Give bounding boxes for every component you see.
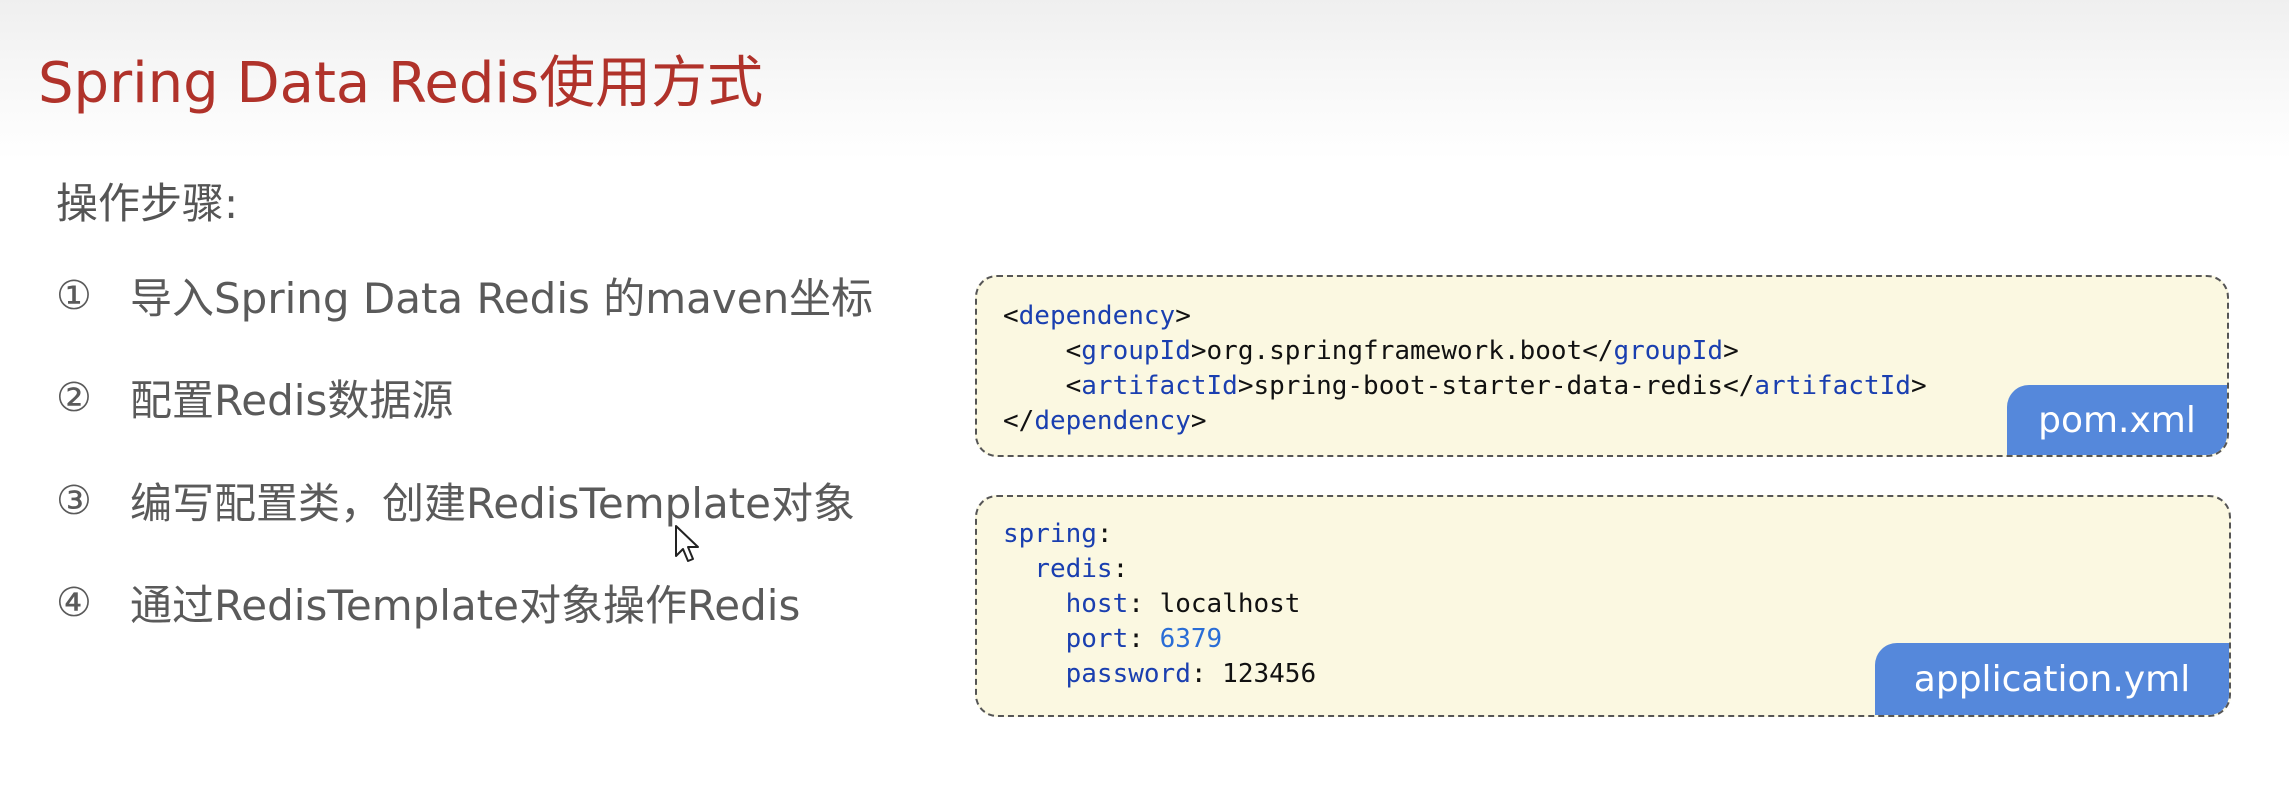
- code-line: <dependency>: [1003, 301, 1191, 331]
- code-line: port: 6379: [1065, 624, 1223, 654]
- slide: Spring Data Redis使用方式 操作步骤: ① 导入Spring D…: [0, 0, 2289, 808]
- step-number: ④: [56, 579, 92, 626]
- step-3: ③ 编写配置类，创建RedisTemplate对象: [56, 470, 855, 531]
- slide-title: Spring Data Redis使用方式: [38, 51, 764, 116]
- step-text: 配置Redis数据源: [130, 376, 454, 425]
- code-line: <artifactId>spring-boot-starter-data-red…: [1003, 371, 1927, 401]
- code-line: <groupId>org.springframework.boot</group…: [1003, 336, 1739, 366]
- pom-code-box: <dependency> <groupId>org.springframewor…: [975, 275, 2229, 457]
- step-text: 导入Spring Data Redis 的maven坐标: [130, 274, 874, 323]
- code-line: host: localhost: [1065, 589, 1301, 619]
- step-text: 通过RedisTemplate对象操作Redis: [130, 581, 801, 630]
- yml-code-box: spring: redis: host: localhost port: 637…: [975, 495, 2231, 717]
- mouse-pointer-icon: [675, 525, 699, 562]
- code-line: </dependency>: [1003, 406, 1207, 436]
- step-text: 编写配置类，创建RedisTemplate对象: [130, 479, 855, 528]
- step-1: ① 导入Spring Data Redis 的maven坐标: [56, 265, 873, 326]
- yml-code: spring: redis: host: localhost port: 637…: [1003, 517, 1316, 692]
- step-number: ③: [56, 477, 92, 524]
- yml-file-label: application.yml: [1875, 643, 2229, 715]
- step-number: ①: [56, 272, 92, 319]
- code-line: spring:: [1003, 519, 1113, 549]
- pom-file-label: pom.xml: [2007, 385, 2227, 455]
- steps-heading: 操作步骤:: [56, 179, 239, 228]
- step-4: ④ 通过RedisTemplate对象操作Redis: [56, 572, 800, 633]
- pom-code: <dependency> <groupId>org.springframewor…: [1003, 299, 1927, 439]
- step-2: ② 配置Redis数据源: [56, 367, 453, 428]
- code-line: password: 123456: [1065, 659, 1317, 689]
- step-number: ②: [56, 374, 92, 421]
- code-line: redis:: [1034, 554, 1129, 584]
